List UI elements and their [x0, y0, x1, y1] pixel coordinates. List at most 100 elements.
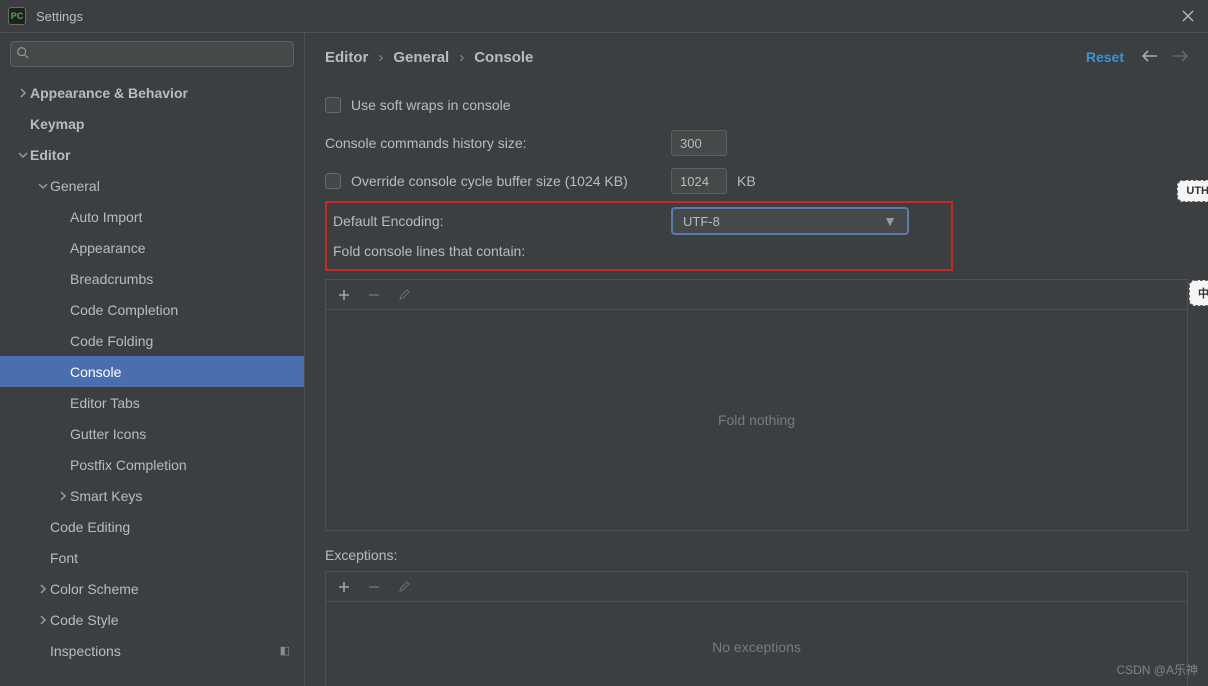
arrow-right-icon: [1172, 50, 1188, 62]
exceptions-list-body: No exceptions: [325, 601, 1188, 686]
history-size-input[interactable]: [671, 130, 727, 156]
tree-item-label: Editor: [30, 147, 70, 163]
tree-item-keymap[interactable]: Keymap: [0, 108, 304, 139]
edit-button[interactable]: [398, 581, 410, 593]
override-buffer-input[interactable]: [671, 168, 727, 194]
tree-item-label: Color Scheme: [50, 581, 139, 597]
encoding-label: Default Encoding:: [333, 213, 671, 229]
settings-tree: Appearance & Behavior Keymap Editor General…: [0, 75, 304, 686]
tree-item-code-editing[interactable]: Code Editing: [0, 511, 304, 542]
encoding-row: Default Encoding: UTF-8 ▼: [333, 207, 945, 235]
breadcrumb: Editor › General › Console: [325, 49, 533, 66]
tree-item-breadcrumbs[interactable]: Breadcrumbs: [0, 263, 304, 294]
add-button[interactable]: [338, 581, 350, 593]
search-input[interactable]: [10, 41, 294, 67]
tree-item-editor[interactable]: Editor: [0, 139, 304, 170]
exceptions-label: Exceptions:: [325, 547, 1188, 563]
content-panel: Editor › General › Console Reset Use sof: [304, 32, 1208, 686]
tree-item-label: Code Editing: [50, 519, 130, 535]
forward-button[interactable]: [1172, 49, 1188, 65]
tree-item-smart-keys[interactable]: Smart Keys: [0, 480, 304, 511]
sidebar: Appearance & Behavior Keymap Editor General…: [0, 32, 304, 686]
soft-wraps-label: Use soft wraps in console: [351, 97, 511, 113]
tree-item-color-scheme[interactable]: Color Scheme: [0, 573, 304, 604]
app-icon: PC: [8, 7, 26, 25]
soft-wraps-checkbox[interactable]: [325, 97, 341, 113]
tree-item-label: Code Completion: [70, 302, 178, 318]
nav-arrows: [1142, 49, 1188, 65]
tree-item-label: Breadcrumbs: [70, 271, 153, 287]
tree-item-inspections[interactable]: Inspections ◧: [0, 635, 304, 666]
tree-item-label: Keymap: [30, 116, 84, 132]
tree-item-label: Gutter Icons: [70, 426, 146, 442]
edge-badge: UTH: [1177, 180, 1208, 202]
breadcrumb-segment: Console: [474, 49, 533, 66]
tree-item-appearance-behavior[interactable]: Appearance & Behavior: [0, 77, 304, 108]
encoding-highlight: Default Encoding: UTF-8 ▼ Fold console l…: [325, 201, 953, 271]
back-button[interactable]: [1142, 49, 1158, 65]
edge-badge: 中: [1189, 280, 1208, 306]
tree-item-label: Font: [50, 550, 78, 566]
remove-button[interactable]: [368, 289, 380, 301]
breadcrumb-segment[interactable]: General: [393, 49, 449, 66]
chevron-icon: [36, 181, 50, 191]
minus-icon: [368, 581, 380, 593]
tree-item-label: General: [50, 178, 100, 194]
breadcrumb-segment[interactable]: Editor: [325, 49, 368, 66]
chevron-icon: [36, 615, 50, 625]
override-buffer-checkbox[interactable]: [325, 173, 341, 189]
tree-item-code-style[interactable]: Code Style: [0, 604, 304, 635]
reset-link[interactable]: Reset: [1086, 49, 1124, 65]
fold-empty-text: Fold nothing: [718, 412, 795, 428]
override-buffer-row: Override console cycle buffer size (1024…: [325, 163, 1188, 199]
search-icon: [16, 46, 30, 63]
tree-item-auto-import[interactable]: Auto Import: [0, 201, 304, 232]
override-buffer-label: Override console cycle buffer size (1024…: [351, 173, 671, 189]
chevron-icon: [56, 491, 70, 501]
content-header: Editor › General › Console Reset: [305, 33, 1208, 81]
add-button[interactable]: [338, 289, 350, 301]
window-title: Settings: [36, 9, 83, 24]
tree-item-label: Editor Tabs: [70, 395, 140, 411]
encoding-select[interactable]: UTF-8 ▼: [671, 207, 909, 235]
remove-button[interactable]: [368, 581, 380, 593]
tree-item-general[interactable]: General: [0, 170, 304, 201]
chevron-icon: [16, 88, 30, 98]
chevron-icon: [16, 150, 30, 160]
arrow-left-icon: [1142, 50, 1158, 62]
chevron-right-icon: ›: [378, 49, 383, 66]
tree-item-code-completion[interactable]: Code Completion: [0, 294, 304, 325]
watermark: CSDN @A乐神: [1116, 661, 1198, 678]
chevron-down-icon: ▼: [883, 213, 897, 229]
tree-item-postfix-completion[interactable]: Postfix Completion: [0, 449, 304, 480]
tree-item-gutter-icons[interactable]: Gutter Icons: [0, 418, 304, 449]
pencil-icon: [398, 289, 410, 301]
edit-button[interactable]: [398, 289, 410, 301]
encoding-value: UTF-8: [683, 214, 720, 229]
tree-item-label: Code Style: [50, 612, 118, 628]
chevron-icon: [36, 584, 50, 594]
tree-item-label: Console: [70, 364, 121, 380]
tree-item-label: Inspections: [50, 643, 121, 659]
fold-list-toolbar: [325, 279, 1188, 309]
plus-icon: [338, 581, 350, 593]
minus-icon: [368, 289, 380, 301]
settings-body: Use soft wraps in console Console comman…: [305, 81, 1208, 686]
exceptions-list-toolbar: [325, 571, 1188, 601]
history-size-label: Console commands history size:: [325, 135, 671, 151]
fold-lines-label: Fold console lines that contain:: [333, 243, 945, 259]
tree-item-label: Postfix Completion: [70, 457, 187, 473]
separate-window-icon: ◧: [280, 644, 290, 657]
override-unit: KB: [737, 173, 756, 189]
close-icon: [1182, 10, 1194, 22]
tree-item-editor-tabs[interactable]: Editor Tabs: [0, 387, 304, 418]
tree-item-appearance[interactable]: Appearance: [0, 232, 304, 263]
tree-item-label: Appearance: [70, 240, 146, 256]
tree-item-code-folding[interactable]: Code Folding: [0, 325, 304, 356]
pencil-icon: [398, 581, 410, 593]
exceptions-empty-text: No exceptions: [712, 639, 801, 655]
plus-icon: [338, 289, 350, 301]
close-button[interactable]: [1176, 4, 1200, 28]
tree-item-console[interactable]: Console: [0, 356, 304, 387]
tree-item-font[interactable]: Font: [0, 542, 304, 573]
